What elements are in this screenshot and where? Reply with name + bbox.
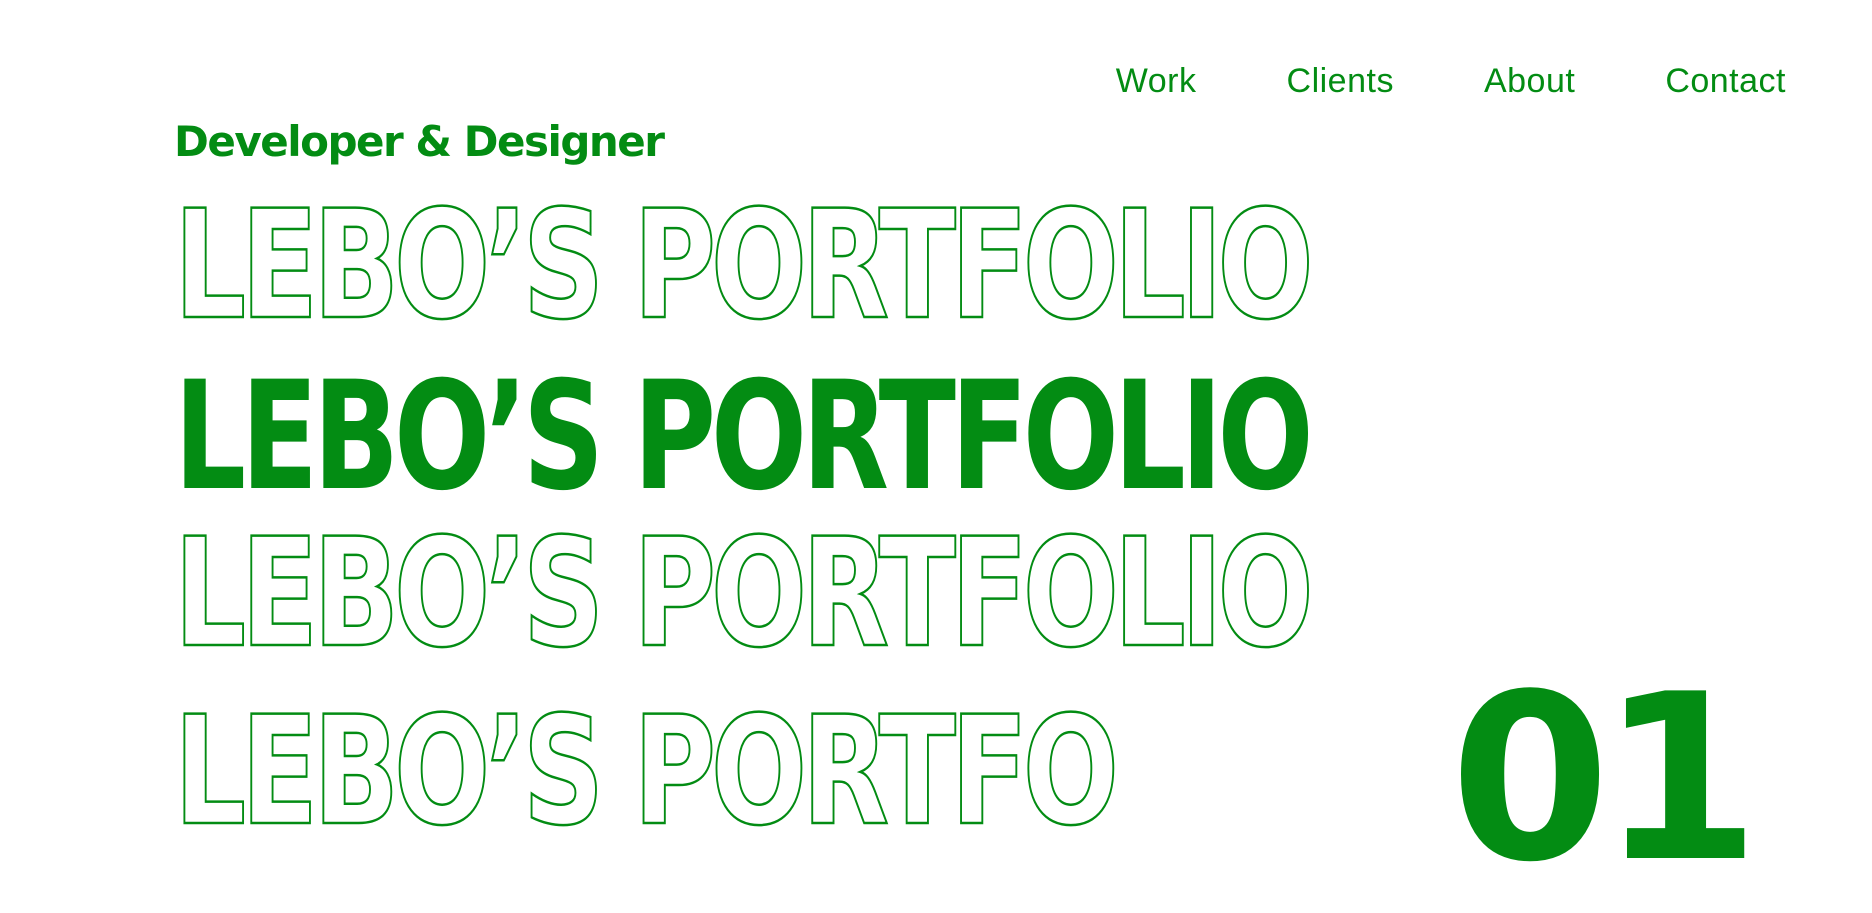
main-nav: Work Clients About Contact bbox=[1116, 64, 1786, 98]
hero-title-text: LEBO’S PORTFOLIO bbox=[174, 532, 1315, 656]
nav-link-about[interactable]: About bbox=[1484, 64, 1575, 98]
section-number: 01 bbox=[1450, 646, 1760, 913]
hero-title-text: LEBO’S PORTFOLIO bbox=[174, 375, 1314, 499]
hero-title-row-outline-2: LEBO’S PORTFOLIO bbox=[174, 532, 1700, 656]
nav-link-contact[interactable]: Contact bbox=[1665, 64, 1786, 98]
nav-link-work[interactable]: Work bbox=[1116, 64, 1197, 98]
hero-title-text: LEBO’S PORTFOLIO bbox=[174, 204, 1315, 328]
hero-title-text: LEBO’S PORTFO bbox=[174, 710, 1120, 834]
hero-title-row-outline-1: LEBO’S PORTFOLIO bbox=[174, 204, 1700, 328]
hero-title-row-outline-3: LEBO’S PORTFO bbox=[174, 710, 1444, 834]
hero-title-row-filled: LEBO’S PORTFOLIO bbox=[174, 375, 1700, 499]
hero-tagline: Developer & Designer bbox=[174, 117, 665, 166]
nav-link-clients[interactable]: Clients bbox=[1287, 64, 1394, 98]
